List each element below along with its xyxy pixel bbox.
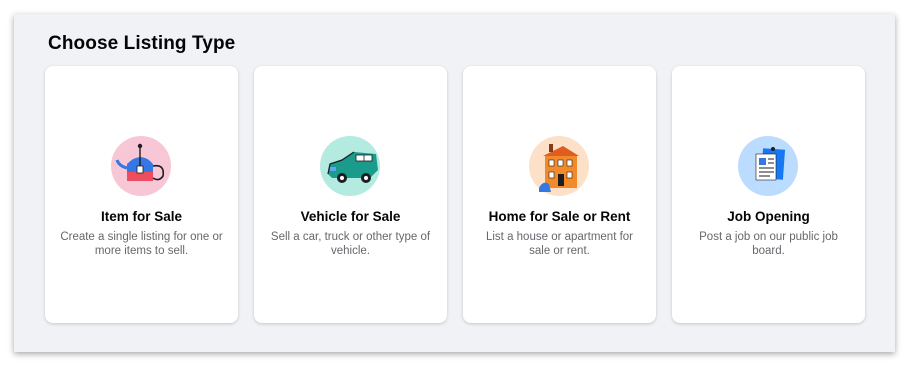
card-description: Create a single listing for one or more … [60,231,223,257]
card-description: Post a job on our public job board. [699,231,838,257]
car-icon [320,136,380,196]
job-opening-card[interactable]: Job Opening Post a job on our public job… [672,66,865,323]
home-for-sale-or-rent-card[interactable]: Home for Sale or Rent List a house or ap… [463,66,656,323]
teapot-icon [111,136,171,196]
card-title: Vehicle for Sale [300,209,401,224]
card-title: Job Opening [727,209,810,224]
card-description: Sell a car, truck or other type of vehic… [270,231,431,257]
job-board-icon [738,136,798,196]
card-description: List a house or apartment for sale or re… [485,231,634,257]
vehicle-for-sale-card[interactable]: Vehicle for Sale Sell a car, truck or ot… [254,66,447,323]
item-for-sale-card[interactable]: Item for Sale Create a single listing fo… [45,66,238,323]
card-title: Home for Sale or Rent [488,209,631,224]
card-title: Item for Sale [100,209,183,224]
page-title: Choose Listing Type [48,33,236,54]
house-icon [529,136,589,196]
listing-type-panel: Choose Listing Type Item for Sale Create… [14,14,895,352]
